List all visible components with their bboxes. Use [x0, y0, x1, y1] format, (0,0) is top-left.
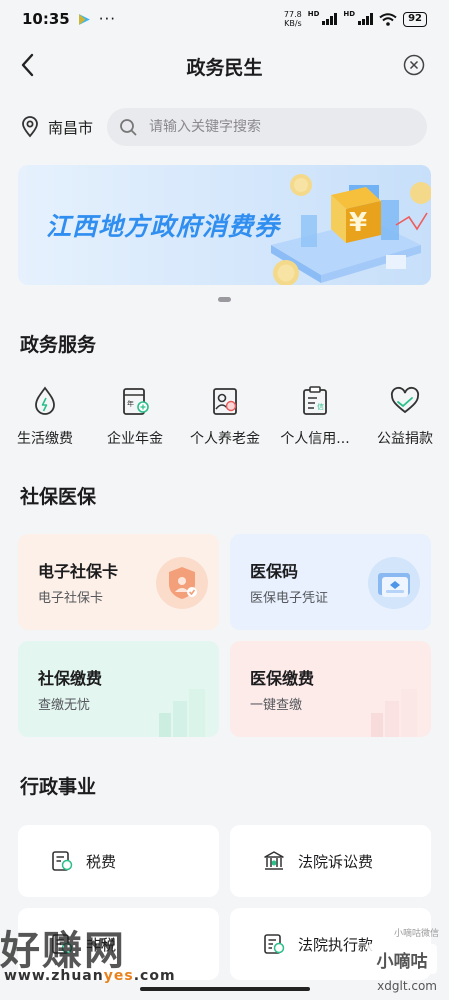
service-label: 公益捐款: [377, 431, 433, 447]
tile-label: 法院执行款: [298, 935, 374, 954]
watermark-right-caption: 小嘀咕微信: [393, 929, 439, 939]
admin-services-title: 行政事业: [20, 776, 97, 798]
watermark-url-highlight: yes: [103, 968, 134, 984]
play-store-icon: [78, 13, 90, 25]
network-speed-unit: KB/s: [284, 19, 302, 28]
status-left: 10:35 ···: [22, 10, 116, 28]
city-selector[interactable]: 南昌市: [48, 117, 93, 138]
credit-report-icon: 信: [303, 386, 327, 415]
card-title: 电子社保卡: [38, 562, 119, 581]
tile-court-litigation-fee[interactable]: 法院诉讼费: [230, 825, 431, 897]
tax-icon: [52, 851, 73, 871]
location-search-row: 南昌市: [0, 106, 449, 148]
promo-banner[interactable]: 江西地方政府消费券 ¥: [18, 165, 431, 285]
watermark-right-url: xdglt.com: [377, 979, 437, 993]
search-bar[interactable]: [107, 108, 428, 146]
court-icon: [264, 851, 284, 870]
watermark-right-brand: 小嘀咕: [367, 944, 437, 974]
status-bar: 10:35 ··· 77.8 KB/s HD HD 92: [0, 0, 449, 38]
watermark-url-prefix: www.zhuan: [4, 968, 104, 984]
service-utility-payment[interactable]: 生活缴费: [0, 384, 90, 454]
page-title: 政务民生: [186, 56, 263, 79]
network-speed: 77.8 KB/s: [284, 10, 302, 28]
medical-insurance-card-icon: [368, 557, 420, 609]
service-label: 个人养老金: [190, 431, 260, 447]
status-time: 10:35: [22, 10, 70, 28]
tile-label: 法院诉讼费: [298, 852, 374, 871]
svg-text:¥: ¥: [349, 208, 367, 238]
signal-icon: [322, 13, 338, 25]
signal-icon-2: [358, 13, 374, 25]
gov-services-row: 生活缴费 年 企业年金 个人养老金 信 个人信用... 公益捐款: [0, 384, 449, 454]
status-right: 77.8 KB/s HD HD 92: [284, 10, 427, 28]
service-enterprise-annuity[interactable]: 年 企业年金: [90, 384, 180, 454]
card-subtitle: 医保电子凭证: [250, 591, 329, 606]
card-title: 社保缴费: [38, 669, 103, 688]
court-payment-icon: [264, 934, 285, 954]
tile-label: 税费: [86, 852, 117, 871]
nav-bar: 政务民生: [0, 38, 449, 94]
pension-icon: [213, 388, 237, 415]
hd-label-1: HD: [307, 10, 320, 18]
watermark-url-suffix: .com: [133, 968, 176, 984]
card-subtitle: 一键查缴: [250, 698, 303, 713]
svg-text:信: 信: [317, 402, 324, 411]
coin-stack-illustration-icon: ¥: [271, 174, 431, 285]
card-e-social-security[interactable]: 电子社保卡 电子社保卡: [18, 534, 219, 630]
service-personal-pension[interactable]: 个人养老金: [180, 384, 270, 454]
gov-services-title: 政务服务: [20, 334, 97, 356]
home-indicator[interactable]: [140, 987, 310, 991]
card-medical-insurance-payment[interactable]: 医保缴费 一键查缴: [230, 641, 431, 737]
watermark-url: www.zhuanyes.com: [4, 968, 176, 984]
banner-page-indicator: [218, 297, 231, 302]
tile-tax[interactable]: 税费: [18, 825, 219, 897]
card-subtitle: 查缴无忧: [38, 698, 91, 713]
wifi-icon: [379, 12, 397, 26]
service-charity-donation[interactable]: 公益捐款: [360, 384, 449, 454]
annuity-document-icon: 年: [123, 388, 149, 415]
back-arrow-icon[interactable]: [18, 52, 38, 78]
close-icon[interactable]: [403, 54, 425, 76]
network-speed-value: 77.8: [283, 10, 302, 19]
hd-label-2: HD: [343, 10, 356, 18]
service-label: 企业年金: [107, 431, 163, 447]
card-title: 医保缴费: [250, 669, 315, 688]
water-drop-icon: [35, 386, 55, 415]
service-label: 生活缴费: [17, 431, 73, 447]
charity-heart-icon: [390, 386, 420, 414]
battery-indicator: 92: [403, 11, 427, 27]
service-label: 个人信用...: [280, 431, 350, 447]
more-notifications-icon: ···: [98, 10, 117, 28]
card-subtitle: 电子社保卡: [38, 591, 104, 606]
search-input[interactable]: [149, 119, 400, 135]
service-personal-credit[interactable]: 信 个人信用...: [270, 384, 360, 454]
search-icon: [120, 119, 137, 136]
location-pin-icon[interactable]: [20, 116, 40, 138]
social-security-card-icon: [156, 557, 208, 609]
card-title: 医保码: [250, 562, 299, 581]
bar-chart-icon: [371, 689, 417, 737]
svg-text:年: 年: [127, 399, 134, 408]
social-security-title: 社保医保: [20, 486, 97, 508]
card-social-security-payment[interactable]: 社保缴费 查缴无忧: [18, 641, 219, 737]
bar-chart-icon: [159, 689, 205, 737]
card-medical-insurance-code[interactable]: 医保码 医保电子凭证: [230, 534, 431, 630]
